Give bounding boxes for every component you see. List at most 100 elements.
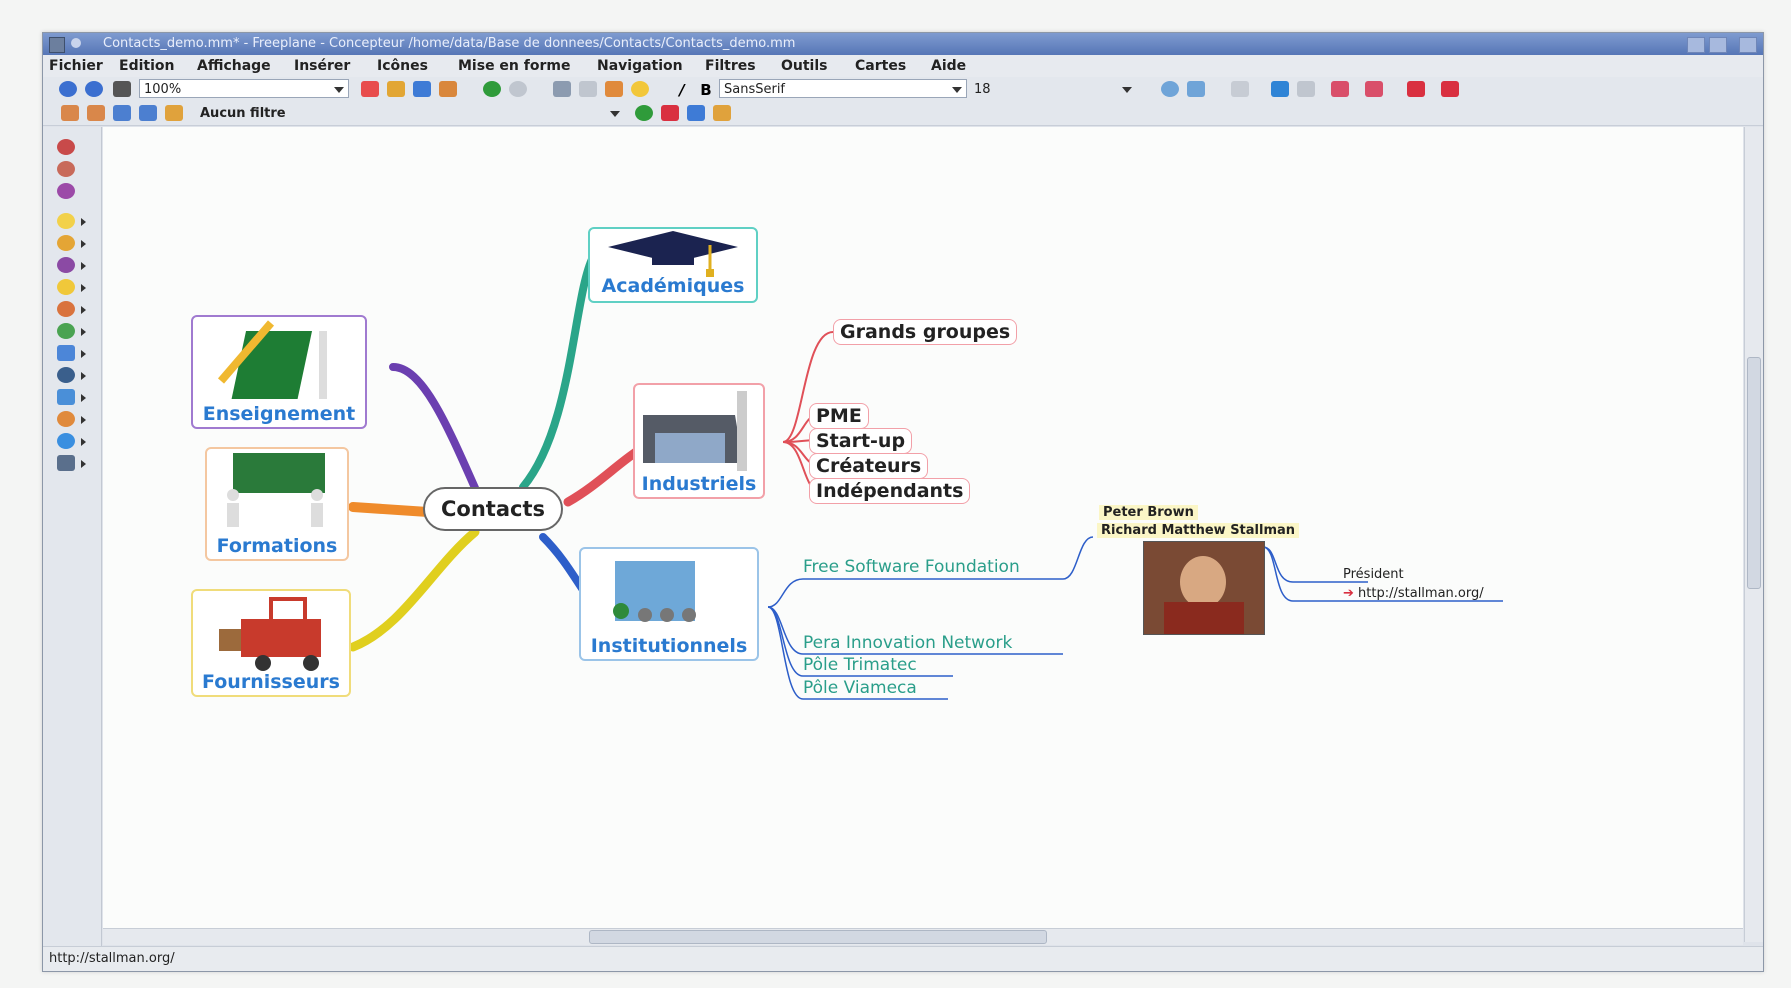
node-institutionnels[interactable]: Institutionnels [579,547,759,661]
bold-icon[interactable]: B [697,81,715,99]
menu-navigation[interactable]: Navigation [597,58,683,74]
mindmap-canvas[interactable]: Contacts Académiques Enseignement Format… [103,127,1743,942]
font-select[interactable]: SansSerif [719,79,967,98]
redo-icon[interactable] [509,81,527,97]
cut-icon[interactable] [553,81,571,97]
menu-aide[interactable]: Aide [931,58,966,74]
tool-icon[interactable] [57,367,75,383]
page-icon[interactable] [113,81,131,97]
fold-icon[interactable] [1331,81,1349,97]
filter-ancestors-icon[interactable] [113,105,131,121]
minimize-button[interactable] [1687,37,1705,53]
add-node-icon[interactable] [1407,81,1425,97]
horizontal-scrollbar[interactable] [103,928,1743,945]
node-richard-stallman[interactable]: Richard Matthew Stallman [1097,523,1300,538]
computer-icon[interactable] [57,455,75,471]
link-icon[interactable] [1441,81,1459,97]
open-icon[interactable] [387,81,405,97]
forward-icon[interactable] [85,81,103,97]
node-pole-viameca[interactable]: Pôle Viameca [803,678,917,698]
filter-select[interactable]: Aucun filtre [195,103,625,122]
quick-filter-icon[interactable] [687,105,705,121]
menu-fichier[interactable]: Fichier [49,58,103,74]
chevron-right-icon [81,218,86,226]
node-formations[interactable]: Formations [205,447,349,561]
node-enseignement[interactable]: Enseignement [191,315,367,429]
smiley-icon[interactable] [57,279,75,295]
bulb-icon[interactable] [631,81,649,97]
node-free-software-foundation[interactable]: Free Software Foundation [803,557,1020,577]
node-label: Formations [216,535,338,557]
people-icon[interactable] [57,301,75,317]
refresh-icon[interactable] [635,105,653,121]
unfold-icon[interactable] [1365,81,1383,97]
cloud-icon[interactable] [1161,81,1179,97]
filter-descendants-icon[interactable] [139,105,157,121]
highlight-icon[interactable] [713,105,731,121]
filter-up-icon[interactable] [165,105,183,121]
cloud-edit-icon[interactable] [1187,81,1205,97]
undo-icon[interactable] [483,81,501,97]
window-title: Contacts_demo.mm* - Freeplane - Concepte… [103,36,796,51]
node-president[interactable]: Président [1343,567,1404,582]
paste-icon[interactable] [605,81,623,97]
node-academiques[interactable]: Académiques [588,227,758,303]
italic-icon[interactable]: / [673,81,691,99]
calendar-icon[interactable] [57,345,75,361]
arrow-icon[interactable] [57,433,75,449]
nature-icon[interactable] [57,323,75,339]
close-button[interactable] [1739,37,1757,53]
chevron-down-icon [1122,87,1132,93]
node-createurs[interactable]: Créateurs [809,453,929,479]
arrow-right-icon[interactable] [1297,81,1315,97]
tag-icon[interactable] [57,183,75,199]
filter-icon[interactable] [61,105,79,121]
filter-edit-icon[interactable] [87,105,105,121]
menu-inserer[interactable]: Insérer [294,58,350,74]
node-pera-innovation-network[interactable]: Pera Innovation Network [803,633,1012,653]
new-icon[interactable] [361,81,379,97]
menu-outils[interactable]: Outils [781,58,828,74]
copy-icon[interactable] [579,81,597,97]
hammer-icon[interactable] [57,411,75,427]
node-grands-groupes[interactable]: Grands groupes [833,319,1018,345]
root-node[interactable]: Contacts [423,487,563,531]
filter-value: Aucun filtre [200,106,286,121]
zoom-select[interactable]: 100% [139,79,349,98]
mail-icon[interactable] [57,389,75,405]
priority-icon[interactable] [57,139,75,155]
menu-filtres[interactable]: Filtres [705,58,756,74]
node-industriels[interactable]: Industriels [633,383,765,499]
save-icon[interactable] [413,81,431,97]
font-value: SansSerif [724,82,786,97]
arrow-left-icon[interactable] [1271,81,1289,97]
menu-cartes[interactable]: Cartes [855,58,906,74]
menu-icones[interactable]: Icônes [377,58,428,74]
print-icon[interactable] [439,81,457,97]
pin-icon[interactable] [71,38,81,48]
maximize-button[interactable] [1709,37,1727,53]
node-link[interactable]: ➔ http://stallman.org/ [1343,586,1484,601]
flag-icon[interactable] [57,257,75,273]
horizontal-scroll-thumb[interactable] [589,930,1047,944]
node-pme[interactable]: PME [809,403,869,429]
node-start-up[interactable]: Start-up [809,428,913,454]
menu-edition[interactable]: Edition [119,58,174,74]
remove-filter-icon[interactable] [661,105,679,121]
back-icon[interactable] [59,81,77,97]
size-select[interactable]: 18 [969,79,1137,98]
vertical-scroll-thumb[interactable] [1747,357,1761,589]
link-text: http://stallman.org/ [1358,586,1484,601]
vertical-scrollbar[interactable] [1744,127,1763,942]
menu-mise-en-forme[interactable]: Mise en forme [458,58,570,74]
bulb-icon[interactable] [57,213,75,229]
menu-bar: Fichier Edition Affichage Insérer Icônes… [43,55,1763,77]
pin-icon[interactable] [57,235,75,251]
node-pole-trimatec[interactable]: Pôle Trimatec [803,655,917,675]
delete-icon[interactable] [57,161,75,177]
menu-affichage[interactable]: Affichage [197,58,271,74]
window-icon[interactable] [1231,81,1249,97]
node-independants[interactable]: Indépendants [809,478,971,504]
node-fournisseurs[interactable]: Fournisseurs [191,589,351,697]
node-peter-brown[interactable]: Peter Brown [1099,505,1198,520]
